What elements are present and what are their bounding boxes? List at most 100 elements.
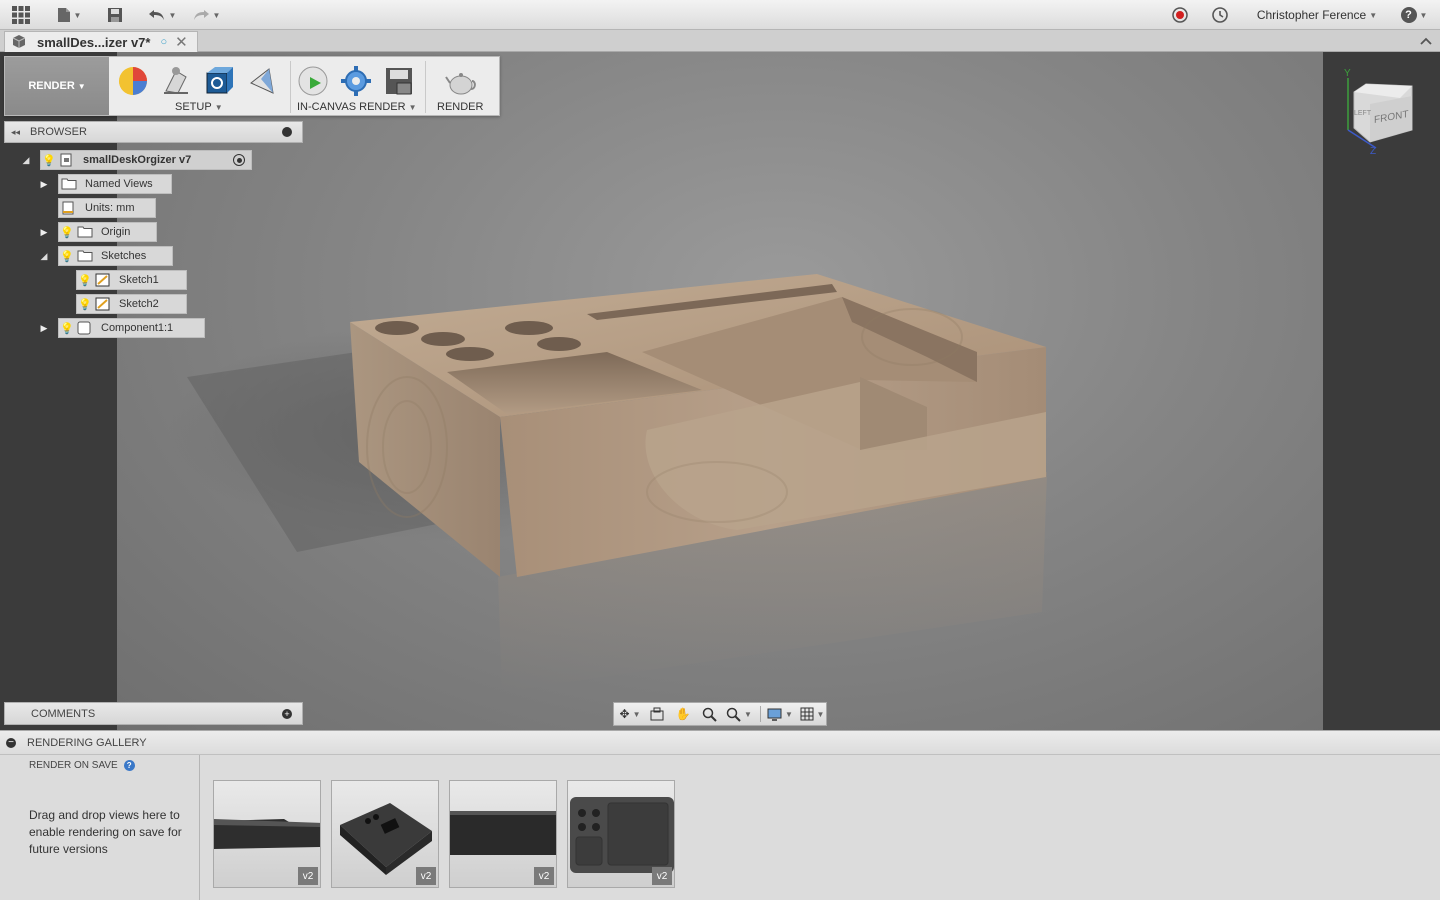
- ribbon-toolbar: RENDER ▼ SETUP ▼ IN-CANVAS RENDER ▼ RENDER: [4, 56, 500, 116]
- look-at-icon: [650, 707, 664, 721]
- document-icon: [59, 153, 77, 167]
- gallery-title: RENDERING GALLERY: [27, 736, 147, 749]
- redo-button[interactable]: ▼: [188, 5, 224, 25]
- view-cube[interactable]: FRONT LEFT Y Z: [1340, 68, 1430, 160]
- workspace-switcher[interactable]: RENDER ▼: [5, 57, 109, 115]
- redo-icon: [193, 10, 209, 20]
- workspace-label: RENDER: [28, 80, 75, 92]
- root-node-label: smallDeskOrgizer v7: [83, 154, 192, 166]
- undo-button[interactable]: ▼: [144, 5, 180, 25]
- view-cube-left-label: LEFT: [1354, 110, 1372, 117]
- pan-button[interactable]: ✋: [674, 706, 692, 722]
- render-group-label[interactable]: RENDER: [437, 101, 483, 113]
- add-comment-icon[interactable]: +: [282, 709, 292, 719]
- file-menu-button[interactable]: ▼: [54, 5, 84, 25]
- visibility-bulb-off-icon[interactable]: 💡: [77, 298, 93, 311]
- axis-y-label: Y: [1344, 68, 1351, 79]
- visibility-bulb-icon[interactable]: 💡: [59, 250, 75, 263]
- in-canvas-render-icon[interactable]: [297, 65, 329, 97]
- browser-node-origin[interactable]: 💡 Origin: [58, 222, 157, 242]
- app-grid-icon[interactable]: [10, 5, 32, 25]
- clock-icon[interactable]: [1210, 5, 1230, 25]
- gallery-thumbnail[interactable]: v2: [567, 780, 675, 888]
- node-label: Origin: [101, 226, 131, 238]
- browser-node-sketches[interactable]: 💡 Sketches: [58, 246, 173, 266]
- sync-status-icon: ○: [160, 36, 168, 48]
- user-name: Christopher Ference: [1256, 8, 1367, 22]
- node-label: Sketch1: [119, 274, 159, 286]
- named-views-expander-icon[interactable]: ▶: [38, 178, 50, 190]
- drag-drop-hint: Drag and drop views here to enable rende…: [29, 808, 182, 856]
- setup-group-label[interactable]: SETUP ▼: [175, 101, 223, 113]
- visibility-bulb-icon[interactable]: 💡: [59, 322, 75, 335]
- gallery-thumbnail[interactable]: v2: [331, 780, 439, 888]
- tab-title: smallDes...izer v7*: [37, 34, 151, 50]
- close-tab-icon[interactable]: ✕: [175, 33, 188, 51]
- component-node-icon: [77, 321, 95, 335]
- decal-icon[interactable]: [247, 65, 279, 97]
- activate-radio-icon[interactable]: [233, 154, 245, 166]
- zoom-button[interactable]: [700, 706, 718, 722]
- browser-node-sketch2[interactable]: 💡 Sketch2: [76, 294, 187, 314]
- grid-settings-button[interactable]: ▼: [798, 706, 826, 722]
- render-on-save-label: RENDER ON SAVE ?: [29, 760, 135, 771]
- render-settings-gear-icon[interactable]: [340, 65, 372, 97]
- save-button[interactable]: [104, 5, 126, 25]
- visibility-bulb-off-icon[interactable]: 💡: [77, 274, 93, 287]
- navigation-bar: ✥ ▼ ✋ ▼ ▼ ▼: [613, 702, 827, 726]
- node-label: Units: mm: [85, 202, 135, 214]
- node-label: Sketches: [101, 250, 147, 262]
- folder-icon: [77, 225, 95, 239]
- look-at-button[interactable]: [648, 706, 666, 722]
- gallery-thumbnail[interactable]: v2: [449, 780, 557, 888]
- browser-node-sketch1[interactable]: 💡 Sketch1: [76, 270, 187, 290]
- document-tab[interactable]: smallDes...izer v7* ○ ✕: [4, 31, 198, 52]
- gallery-sidebar: RENDER ON SAVE ? Drag and drop views her…: [0, 755, 200, 900]
- texture-map-icon[interactable]: [203, 65, 235, 97]
- component-expander-icon[interactable]: ▶: [38, 322, 50, 334]
- monitor-icon: [767, 708, 782, 721]
- record-icon[interactable]: [1170, 5, 1190, 25]
- fit-button[interactable]: ▼: [724, 706, 754, 722]
- scene-settings-icon[interactable]: [160, 65, 192, 97]
- save-icon: [108, 8, 122, 22]
- sketches-expander-icon[interactable]: ◢: [38, 250, 50, 262]
- capture-image-icon[interactable]: [383, 65, 415, 97]
- comments-header[interactable]: COMMENTS +: [4, 702, 303, 725]
- version-badge: v2: [534, 867, 554, 885]
- folder-icon: [77, 249, 95, 263]
- node-label: Sketch2: [119, 298, 159, 310]
- root-expander-icon[interactable]: ◢: [20, 154, 32, 166]
- info-help-icon[interactable]: ?: [123, 760, 135, 771]
- browser-options-icon[interactable]: [282, 127, 292, 137]
- browser-root-node[interactable]: 💡 smallDeskOrgizer v7: [40, 150, 252, 170]
- visibility-bulb-icon[interactable]: 💡: [41, 154, 57, 167]
- gallery-thumbnail[interactable]: v2: [213, 780, 321, 888]
- orbit-icon: ✥: [619, 707, 630, 721]
- comments-title: COMMENTS: [31, 707, 96, 720]
- browser-node-units[interactable]: Units: mm: [58, 198, 156, 218]
- grid-icon: [800, 707, 814, 721]
- render-teapot-icon[interactable]: [445, 65, 477, 97]
- user-menu[interactable]: Christopher Ference ▼: [1252, 5, 1382, 25]
- collapse-gallery-icon[interactable]: −: [6, 737, 16, 748]
- collapse-panel-icon[interactable]: ◂◂: [11, 127, 20, 138]
- canvas-viewport[interactable]: [117, 52, 1323, 730]
- browser-header[interactable]: ◂◂ BROWSER: [4, 121, 303, 143]
- rendering-gallery-header[interactable]: − RENDERING GALLERY: [0, 731, 1440, 755]
- collapse-chevron-icon[interactable]: [1418, 33, 1434, 49]
- in-canvas-group-label[interactable]: IN-CANVAS RENDER ▼: [297, 101, 417, 113]
- appearance-icon[interactable]: [117, 65, 149, 97]
- origin-expander-icon[interactable]: ▶: [38, 226, 50, 238]
- zoom-icon: [702, 707, 717, 722]
- browser-node-component[interactable]: 💡 Component1:1: [58, 318, 205, 338]
- undo-icon: [148, 10, 164, 20]
- visibility-bulb-off-icon[interactable]: 💡: [59, 226, 75, 239]
- file-icon: [57, 8, 70, 22]
- orbit-button[interactable]: ✥ ▼: [616, 706, 644, 722]
- help-button[interactable]: ? ▼: [1398, 5, 1430, 25]
- display-settings-button[interactable]: ▼: [766, 706, 794, 722]
- browser-node-named-views[interactable]: Named Views: [58, 174, 172, 194]
- help-icon: ?: [1400, 7, 1417, 23]
- units-document-icon: [61, 201, 79, 215]
